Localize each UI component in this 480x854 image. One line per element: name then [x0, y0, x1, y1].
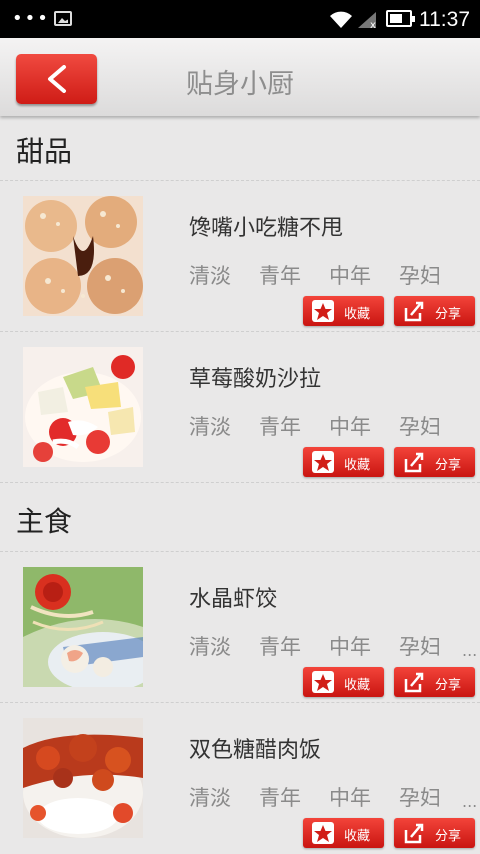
- favorite-button[interactable]: 收藏: [303, 818, 384, 848]
- dish-name: 水晶虾饺: [189, 587, 278, 612]
- tag: 孕妇: [399, 415, 441, 439]
- tag: 青年: [259, 415, 301, 439]
- page-title: 贴身小厨: [186, 69, 294, 100]
- share-label: 分享: [435, 307, 462, 322]
- star-icon: [312, 822, 334, 844]
- star-icon: [312, 451, 334, 473]
- share-button[interactable]: 分享: [394, 447, 475, 477]
- list-item[interactable]: 馋嘴小吃糖不甩 清淡 青年 中年 孕妇 收藏 分享: [0, 180, 480, 330]
- tag: 中年: [329, 264, 371, 288]
- more-tags-indicator: ...: [462, 641, 478, 660]
- star-icon: [312, 300, 334, 322]
- share-button[interactable]: 分享: [394, 296, 475, 326]
- tag: 清淡: [189, 786, 231, 810]
- dish-thumbnail: [23, 567, 143, 687]
- tag: 孕妇: [399, 635, 441, 659]
- list-item[interactable]: 双色糖醋肉饭 清淡 青年 中年 孕妇 ... 收藏 分享: [0, 702, 480, 852]
- battery-icon: [386, 10, 415, 27]
- app-header: 贴身小厨: [0, 38, 480, 116]
- share-button[interactable]: 分享: [394, 818, 475, 848]
- wifi-icon: [330, 11, 352, 28]
- dish-name: 馋嘴小吃糖不甩: [189, 216, 344, 241]
- divider: [0, 482, 480, 483]
- share-edit-icon: [404, 452, 424, 473]
- tag: 清淡: [189, 635, 231, 659]
- tag: 中年: [329, 786, 371, 810]
- tag: 孕妇: [399, 786, 441, 810]
- notification-dots: •••: [12, 8, 50, 29]
- favorite-button[interactable]: 收藏: [303, 667, 384, 697]
- dish-thumbnail: [23, 718, 143, 838]
- status-bar: ••• x 11:37: [0, 0, 480, 38]
- tag: 清淡: [189, 415, 231, 439]
- tag: 青年: [259, 786, 301, 810]
- signal-icon: x: [358, 12, 376, 30]
- section-title-desserts: 甜品: [16, 135, 73, 168]
- tag-list: 清淡 青年 中年 孕妇: [189, 631, 469, 661]
- dish-name: 双色糖醋肉饭: [189, 738, 322, 763]
- favorite-label: 收藏: [344, 307, 371, 322]
- tag: 青年: [259, 264, 301, 288]
- favorite-button[interactable]: 收藏: [303, 447, 384, 477]
- dish-thumbnail: [23, 196, 143, 316]
- tag: 中年: [329, 635, 371, 659]
- share-label: 分享: [435, 458, 462, 473]
- share-label: 分享: [435, 829, 462, 844]
- share-button[interactable]: 分享: [394, 667, 475, 697]
- tag: 中年: [329, 415, 371, 439]
- svg-text:x: x: [370, 20, 376, 30]
- dish-thumbnail: [23, 347, 143, 467]
- star-icon: [312, 671, 334, 693]
- section-title-staples: 主食: [16, 505, 73, 538]
- tag: 青年: [259, 635, 301, 659]
- list-item[interactable]: 水晶虾饺 清淡 青年 中年 孕妇 ... 收藏 分享: [0, 551, 480, 701]
- tag: 孕妇: [399, 264, 441, 288]
- favorite-label: 收藏: [344, 458, 371, 473]
- favorite-label: 收藏: [344, 678, 371, 693]
- tag-list: 清淡 青年 中年 孕妇: [189, 411, 469, 441]
- share-edit-icon: [404, 672, 424, 693]
- tag-list: 清淡 青年 中年 孕妇: [189, 260, 469, 290]
- more-tags-indicator: ...: [462, 792, 478, 811]
- tag-list: 清淡 青年 中年 孕妇: [189, 782, 469, 812]
- share-label: 分享: [435, 678, 462, 693]
- list-item[interactable]: 草莓酸奶沙拉 清淡 青年 中年 孕妇 收藏 分享: [0, 331, 480, 481]
- clock: 11:37: [419, 8, 470, 31]
- dish-name: 草莓酸奶沙拉: [189, 367, 322, 392]
- tag: 清淡: [189, 264, 231, 288]
- share-edit-icon: [404, 823, 424, 844]
- image-notification-icon: [54, 11, 72, 26]
- share-edit-icon: [404, 301, 424, 322]
- favorite-button[interactable]: 收藏: [303, 296, 384, 326]
- favorite-label: 收藏: [344, 829, 371, 844]
